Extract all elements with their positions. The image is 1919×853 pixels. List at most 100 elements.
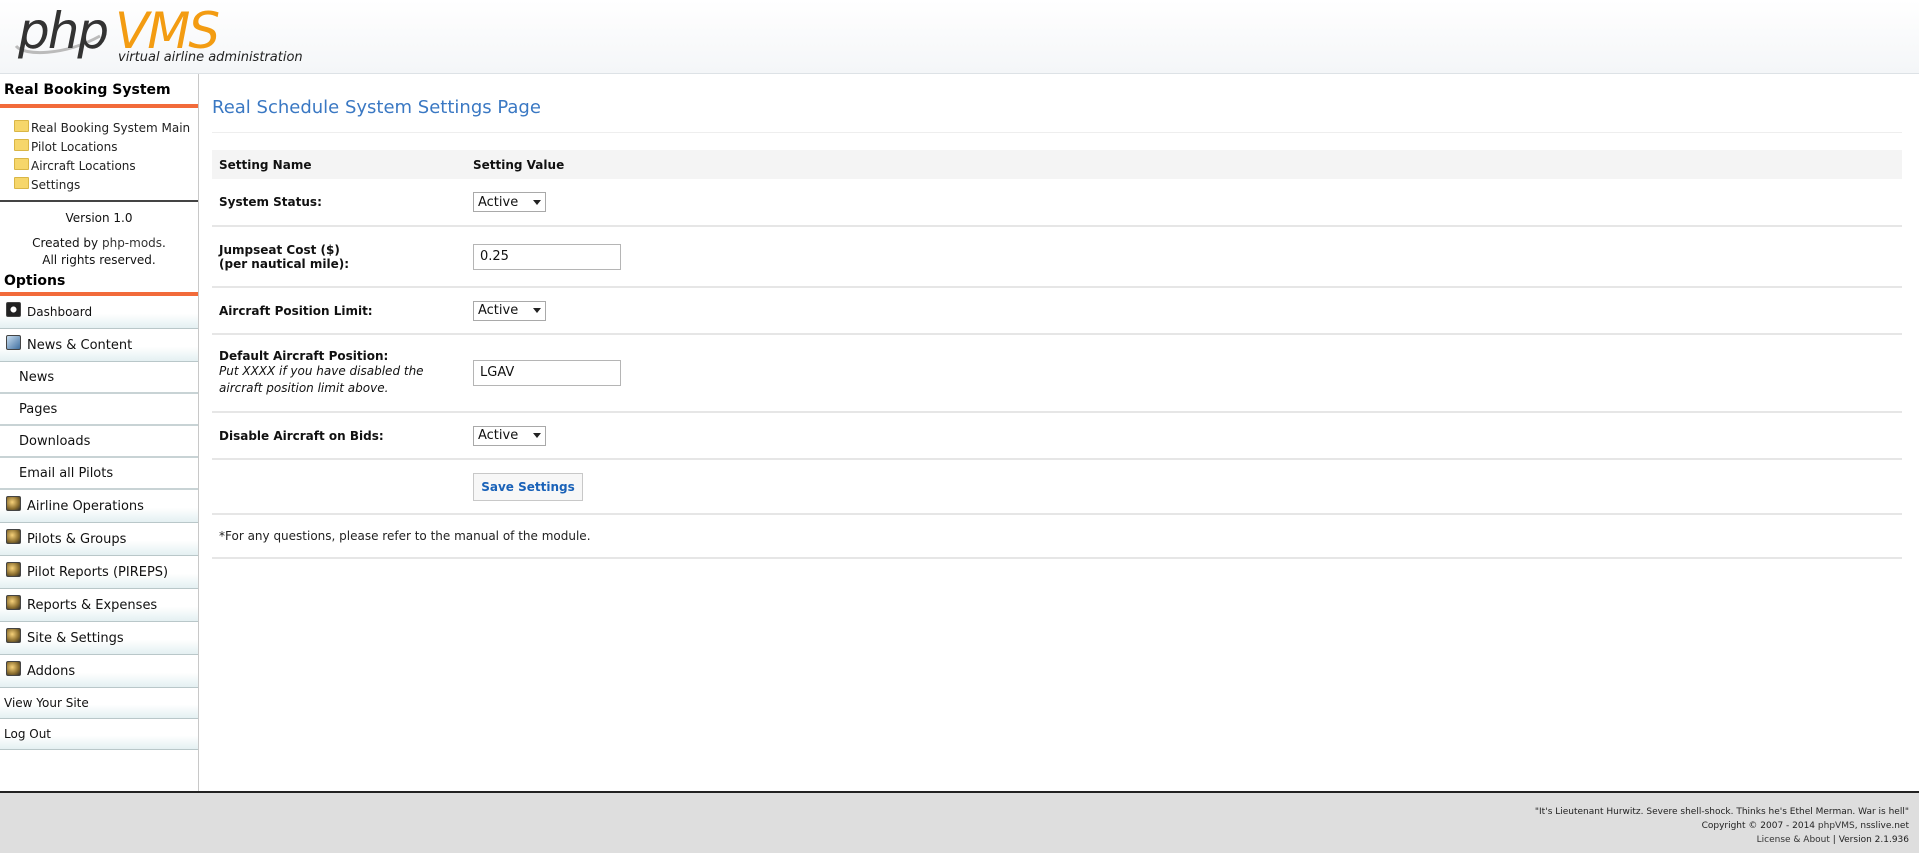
default-position-note: Put XXXX if you have disabled the aircra… bbox=[219, 364, 424, 395]
menu-downloads[interactable]: Downloads bbox=[0, 426, 198, 458]
menu-label: Email all Pilots bbox=[19, 465, 114, 481]
menu-news[interactable]: News bbox=[0, 362, 198, 394]
system-status-select[interactable]: Active bbox=[473, 192, 546, 212]
pilot-reports-icon bbox=[6, 561, 21, 577]
setting-label: Disable Aircraft on Bids: bbox=[212, 412, 466, 460]
pilots-groups-icon bbox=[6, 528, 21, 544]
menu-logout[interactable]: Log Out bbox=[0, 719, 198, 750]
table-row: Save Settings bbox=[212, 459, 1902, 515]
menu-pages[interactable]: Pages bbox=[0, 394, 198, 426]
menu-addons[interactable]: Addons bbox=[0, 655, 198, 688]
credits-prefix: Created by bbox=[32, 236, 99, 250]
main-content: Real Schedule System Settings Page Setti… bbox=[212, 74, 1902, 559]
footer-text: "It's Lieutenant Hurwitz. Severe shell-s… bbox=[1535, 805, 1909, 847]
sidebar-link-label: Settings bbox=[31, 177, 81, 192]
menu-site-settings[interactable]: Site & Settings bbox=[0, 622, 198, 655]
menu-news-content[interactable]: News & Content bbox=[0, 329, 198, 362]
menu-label: Reports & Expenses bbox=[27, 597, 158, 613]
addons-icon bbox=[6, 660, 21, 676]
menu-label: News bbox=[19, 369, 55, 385]
copyright-prefix: Copyright © 2007 - 2014 bbox=[1701, 821, 1816, 831]
menu-label: Addons bbox=[27, 663, 76, 679]
sidebar-section-title: Real Booking System bbox=[0, 74, 198, 108]
footer-copyright: Copyright © 2007 - 2014 phpVMS, nsslive.… bbox=[1535, 819, 1909, 833]
sidebar-link-label: Real Booking System Main bbox=[31, 120, 191, 135]
menu-label: Pilots & Groups bbox=[27, 531, 127, 547]
footnote: *For any questions, please refer to the … bbox=[212, 514, 1902, 559]
folder-icon bbox=[14, 119, 29, 132]
setting-label: Jumpseat Cost ($) (per nautical mile): bbox=[212, 226, 466, 288]
sidebar-link-booking-main[interactable]: Real Booking System Main bbox=[14, 118, 198, 137]
empty-cell bbox=[212, 459, 466, 515]
dashboard-icon bbox=[6, 301, 21, 317]
site-settings-icon bbox=[6, 627, 21, 643]
menu-pilots-groups[interactable]: Pilots & Groups bbox=[0, 523, 198, 556]
sidebar-link-aircraft-locations[interactable]: Aircraft Locations bbox=[14, 156, 198, 175]
sidebar: Real Booking System Real Booking System … bbox=[0, 74, 199, 791]
chevron-down-icon bbox=[533, 433, 541, 438]
rights-text: All rights reserved. bbox=[42, 253, 156, 267]
reports-expenses-icon bbox=[6, 594, 21, 610]
logo-php-text: php bbox=[18, 2, 109, 60]
setting-value-cell: Active bbox=[466, 412, 1902, 460]
copyright-suffix: , nsslive.net bbox=[1854, 821, 1909, 831]
menu-pilot-reports[interactable]: Pilot Reports (PIREPS) bbox=[0, 556, 198, 589]
table-row: Jumpseat Cost ($) (per nautical mile): 0… bbox=[212, 226, 1902, 288]
menu-label: Airline Operations bbox=[27, 498, 144, 514]
setting-value-cell: LGAV bbox=[466, 334, 1902, 413]
logo-tagline: virtual airline administration bbox=[118, 50, 303, 65]
menu-label: Pilot Reports (PIREPS) bbox=[27, 564, 169, 580]
menu-reports-expenses[interactable]: Reports & Expenses bbox=[0, 589, 198, 622]
footer: "It's Lieutenant Hurwitz. Severe shell-s… bbox=[0, 791, 1919, 853]
footer-quote: "It's Lieutenant Hurwitz. Severe shell-s… bbox=[1534, 807, 1909, 817]
menu-label: View Your Site bbox=[4, 696, 89, 710]
chevron-down-icon bbox=[533, 199, 541, 205]
menu-view-site[interactable]: View Your Site bbox=[0, 688, 198, 719]
menu-dashboard[interactable]: Dashboard bbox=[0, 296, 198, 329]
setting-label: Aircraft Position Limit: bbox=[212, 287, 466, 335]
menu-label: News & Content bbox=[27, 337, 133, 353]
booking-links: Real Booking System Main Pilot Locations… bbox=[0, 108, 198, 200]
default-position-label: Default Aircraft Position: bbox=[219, 349, 389, 363]
settings-table: Setting Name Setting Value System Status… bbox=[212, 150, 1902, 559]
table-row: Default Aircraft Position: Put XXXX if y… bbox=[212, 334, 1902, 413]
module-credits: Created by php-mods. All rights reserved… bbox=[0, 235, 198, 269]
phpvms-logo[interactable]: php VMS virtual airline administration bbox=[14, 2, 303, 70]
license-about-link[interactable]: License & About bbox=[1757, 835, 1830, 845]
folder-icon bbox=[14, 138, 29, 151]
news-icon bbox=[6, 334, 21, 350]
setting-value-cell: Save Settings bbox=[466, 459, 1902, 515]
sidebar-link-settings[interactable]: Settings bbox=[14, 175, 198, 194]
options-title: Options bbox=[0, 273, 198, 296]
setting-value-cell: Active bbox=[466, 179, 1902, 227]
jumpseat-label: Jumpseat Cost ($) bbox=[219, 242, 340, 257]
php-mods-link[interactable]: php-mods bbox=[102, 236, 162, 250]
footer-version: | Version 2.1.936 bbox=[1832, 835, 1909, 845]
menu-airline-operations[interactable]: Airline Operations bbox=[0, 490, 198, 523]
select-value: Active bbox=[478, 428, 519, 443]
save-settings-button[interactable]: Save Settings bbox=[473, 472, 583, 501]
sidebar-link-pilot-locations[interactable]: Pilot Locations bbox=[14, 137, 198, 156]
folder-icon bbox=[14, 176, 29, 189]
module-version: Version 1.0 bbox=[65, 211, 133, 225]
table-header-row: Setting Name Setting Value bbox=[212, 150, 1902, 179]
footer-license-line: License & About | Version 2.1.936 bbox=[1535, 833, 1909, 847]
sidebar-link-label: Aircraft Locations bbox=[31, 158, 136, 173]
module-info: Version 1.0 Created by php-mods. All rig… bbox=[0, 200, 198, 269]
select-value: Active bbox=[478, 194, 519, 210]
aircraft-position-limit-select[interactable]: Active bbox=[473, 300, 546, 321]
menu-label: Downloads bbox=[19, 433, 91, 449]
folder-icon bbox=[14, 157, 29, 170]
phpvms-link[interactable]: phpVMS bbox=[1818, 821, 1855, 831]
menu-email-all-pilots[interactable]: Email all Pilots bbox=[0, 458, 198, 490]
menu-label: Log Out bbox=[4, 727, 52, 741]
jumpseat-cost-input[interactable]: 0.25 bbox=[473, 243, 621, 270]
header: php VMS virtual airline administration bbox=[0, 0, 1919, 74]
setting-label: Default Aircraft Position: Put XXXX if y… bbox=[212, 334, 466, 413]
disable-aircraft-bids-select[interactable]: Active bbox=[473, 425, 546, 446]
column-header-name: Setting Name bbox=[212, 150, 466, 179]
column-header-value: Setting Value bbox=[466, 150, 1902, 179]
table-row: *For any questions, please refer to the … bbox=[212, 514, 1902, 559]
select-value: Active bbox=[478, 303, 519, 318]
default-aircraft-position-input[interactable]: LGAV bbox=[473, 360, 621, 386]
